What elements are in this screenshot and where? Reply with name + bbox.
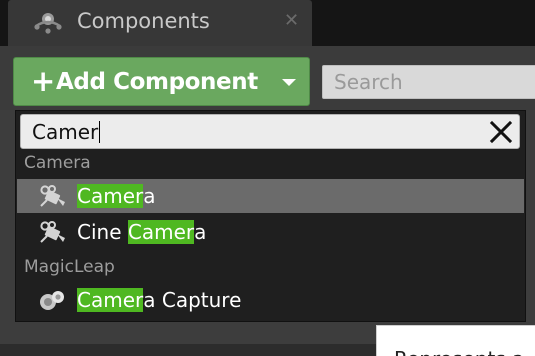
plus-icon: + [31, 64, 56, 98]
filter-input-text[interactable]: Camer [32, 119, 101, 145]
components-icon [34, 13, 62, 34]
search-match: Camer [127, 220, 195, 244]
add-component-label: Add Component [56, 69, 258, 95]
tooltip: Represents a [376, 325, 535, 356]
menu-item-camera[interactable]: Camera [17, 179, 524, 213]
tooltip-text: Represents a [394, 346, 524, 356]
filter-field[interactable]: Camer [20, 114, 520, 149]
panel-bottom [0, 344, 376, 356]
label-rest: a [143, 184, 156, 208]
camera-icon [40, 221, 65, 243]
tab-components[interactable]: Components ✕ [8, 0, 312, 46]
add-component-menu: Camer Camera Camera Cine Camera MagicLea… [15, 110, 526, 322]
add-component-button[interactable]: + Add Component [13, 57, 310, 106]
search-input[interactable] [323, 66, 535, 98]
search-box[interactable] [322, 65, 535, 99]
scene-capture-icon [40, 291, 64, 310]
camera-icon [40, 185, 65, 207]
toolbar: + Add Component [0, 46, 535, 110]
search-match: Camer [77, 184, 144, 208]
filter-value: Camer [32, 120, 99, 144]
menu-item-label: Camera Capture [77, 287, 241, 313]
search-match: Camer [77, 288, 144, 312]
tab-title: Components [77, 9, 210, 33]
label-rest: a [194, 220, 207, 244]
label-rest: a Capture [143, 288, 242, 312]
menu-item-label: Camera [77, 183, 156, 209]
tab-strip: Components ✕ [0, 0, 535, 46]
category-camera: Camera [24, 153, 91, 173]
menu-item-camera-capture[interactable]: Camera Capture [17, 283, 524, 317]
menu-item-cine-camera[interactable]: Cine Camera [17, 215, 524, 249]
category-magicleap: MagicLeap [24, 257, 115, 277]
label-prefix: Cine [77, 220, 128, 244]
chevron-down-icon [282, 79, 296, 86]
text-caret [99, 121, 101, 143]
close-tab-icon[interactable]: ✕ [284, 9, 299, 33]
menu-item-label: Cine Camera [77, 219, 206, 245]
close-icon[interactable] [488, 119, 514, 145]
components-panel: Components ✕ + Add Component Camer Camer… [0, 0, 535, 356]
